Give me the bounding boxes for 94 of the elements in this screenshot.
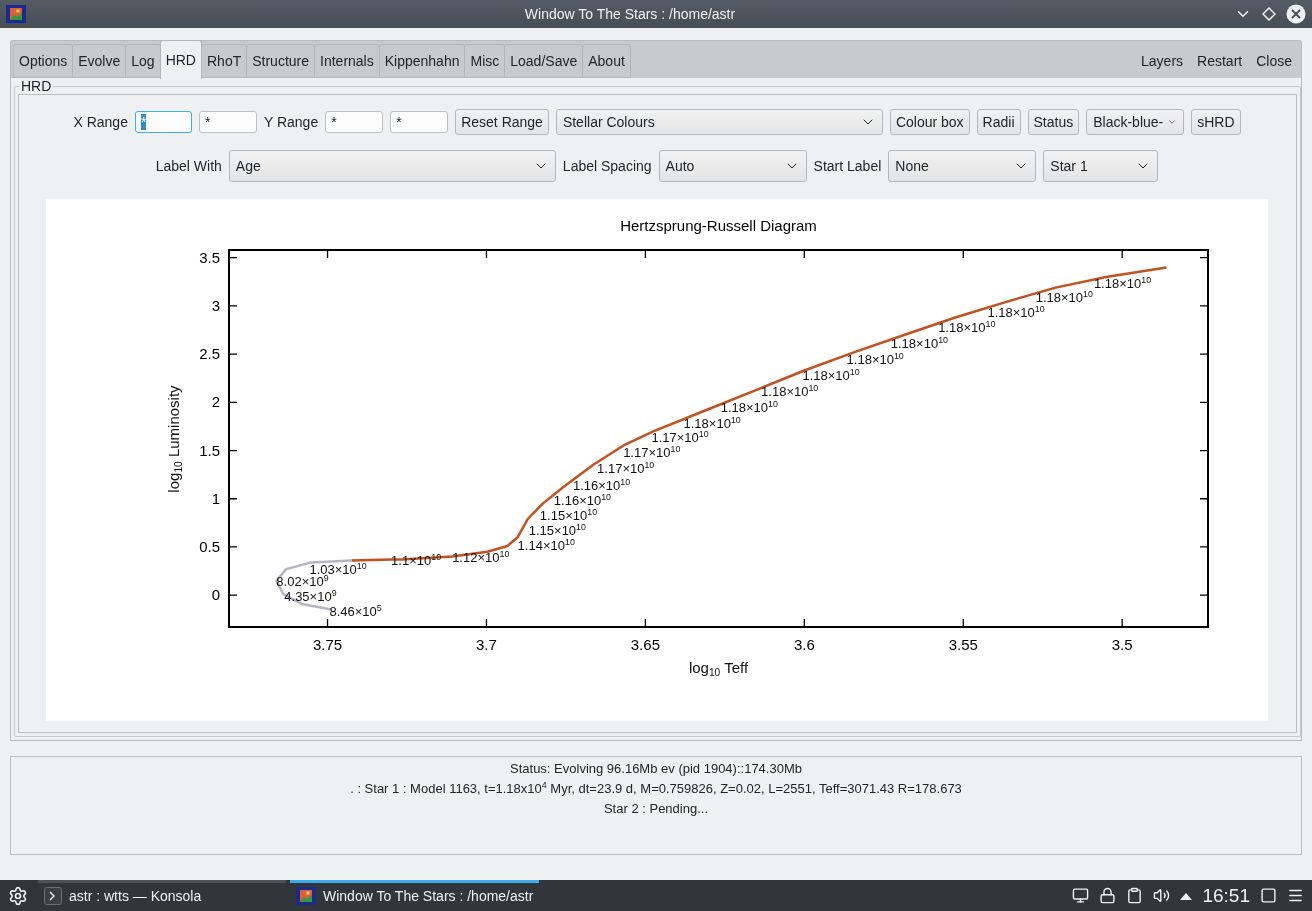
chart-title: Hertzsprung-Russell Diagram [620,217,817,234]
close-icon[interactable] [1286,4,1306,24]
menu-icon[interactable] [1287,887,1304,904]
age-label: 1.18×10$^{10}$ [987,305,1045,319]
maximize-icon[interactable] [1262,7,1276,21]
age-label: 1.15×10$^{10}$ [539,508,598,522]
tick-label: 3.5 [199,248,220,266]
tick-label: 1.5 [199,441,220,459]
push-button[interactable]: Reset Range [455,109,549,135]
tab[interactable]: HRD [159,40,202,79]
tab[interactable]: Kippenhahn [378,44,466,78]
age-label: 1.18×10$^{10}$ [846,352,904,366]
task-button[interactable]: Window To The Stars : /home/astr [290,880,540,911]
push-button[interactable]: Colour box [889,109,970,135]
tab[interactable]: Load/Save [504,44,584,78]
network-icon[interactable] [1072,887,1090,904]
age-label: 1.18×10$^{10}$ [683,416,741,430]
volume-icon[interactable] [1153,887,1171,904]
dropdown[interactable]: Stellar Colours [555,109,883,135]
push-button[interactable]: Status [1027,109,1080,135]
tick-label: 1 [211,489,220,507]
tick-label: 0.5 [199,537,220,555]
age-label: 1.18×10$^{10}$ [938,320,996,334]
tick-label: 3.65 [630,636,660,653]
field-label: Y Range [263,114,319,130]
age-label: 4.35×10$^{9}$ [284,589,337,603]
status-text: Star 2 : Pending... [603,801,709,817]
tick-label: 0 [211,586,220,604]
toolbar-button[interactable]: Close [1249,44,1299,78]
dropdown[interactable]: Star 1 [1043,150,1159,182]
launcher-icon[interactable] [8,885,28,906]
dropdown[interactable]: Auto [658,150,807,182]
tick-label: 3.75 [312,636,343,653]
age-label: 1.14×10$^{10}$ [517,538,575,552]
field-label: Label With [155,158,222,174]
age-label: 1.17×10$^{10}$ [623,445,681,459]
age-label: 1.18×10$^{10}$ [1035,290,1093,304]
age-label: 1.18×10$^{10}$ [761,384,819,398]
tick-label: 2 [211,393,220,411]
dropdown[interactable]: Age [228,150,556,182]
x-axis-label: log$_{10}$ Teff [688,660,749,675]
status-text: . : Star 1 : Model 1163, t=1.18x10$^{4}$ Myr, dt=23.9 d, M=0.759826, Z=0.02, L=2551, Teff=3071.43 R=178.673 [350,781,962,797]
group-title: HRD [20,78,53,94]
tab[interactable]: Structure [246,44,316,78]
expand-icon[interactable] [1180,891,1193,900]
push-button[interactable]: Radii [976,109,1021,135]
age-label: 1.18×10$^{10}$ [890,336,948,350]
tab[interactable]: RhoT [201,44,248,78]
age-label: 8.02×10$^{9}$ [276,574,329,588]
age-label: 1.18×10$^{10}$ [802,368,860,382]
tick-label: 3 [211,296,220,314]
tick-label: 2.5 [199,345,220,363]
terminal-icon [44,886,62,905]
age-label: 8.46×10$^{5}$ [329,604,382,618]
tick-label: 3.5 [1111,636,1133,653]
age-label: 1.15×10$^{10}$ [528,523,586,537]
age-label: 1.18×10$^{10}$ [720,400,778,414]
range-field[interactable]: * [134,111,192,133]
tab[interactable]: Log [125,44,161,78]
tick-label: 3.6 [793,636,815,653]
field-label: Start Label [813,158,882,174]
dropdown[interactable]: None [888,150,1037,182]
tab[interactable]: About [582,44,631,78]
app-icon [6,4,26,24]
toolbar-button[interactable]: Layers [1134,44,1191,78]
age-label: 1.16×10$^{10}$ [572,478,631,492]
age-label: 1.18×10$^{10}$ [1093,276,1152,290]
status-text: Status: Evolving 96.16Mb ev (pid 1904)::174.30Mb [510,761,802,777]
clock[interactable]: 16:51 [1202,884,1250,907]
window-title: Window To The Stars : /home/astr [523,6,737,22]
tick-label: 3.7 [476,636,497,653]
app-icon [296,885,316,906]
age-label: 1.16×10$^{10}$ [553,493,612,507]
range-field[interactable]: * [390,111,449,133]
range-field[interactable]: * [325,111,384,133]
field-label: Label Spacing [562,158,652,174]
desktop-icon[interactable] [1260,887,1277,904]
task-button[interactable]: astr : wtts — Konsola [38,880,286,911]
age-label: 1.12×10$^{10}$ [452,550,510,564]
tab[interactable]: Options [13,44,74,78]
push-button[interactable]: sHRD [1191,109,1241,135]
tab[interactable]: Internals [314,44,380,78]
age-label: 1.17×10$^{10}$ [651,430,709,444]
age-label: 1.03×10$^{10}$ [309,562,367,576]
range-field[interactable]: * [198,111,257,133]
field-label: X Range [73,114,128,130]
tab[interactable]: Misc [464,44,506,78]
lock-icon[interactable] [1099,887,1117,904]
toolbar-button[interactable]: Restart [1190,44,1250,78]
tab[interactable]: Evolve [72,44,127,78]
age-label: 1.17×10$^{10}$ [597,461,655,475]
clipboard-icon[interactable] [1126,887,1144,904]
tick-label: 3.55 [948,636,978,653]
dropdown[interactable]: Black-blue- [1086,109,1185,135]
